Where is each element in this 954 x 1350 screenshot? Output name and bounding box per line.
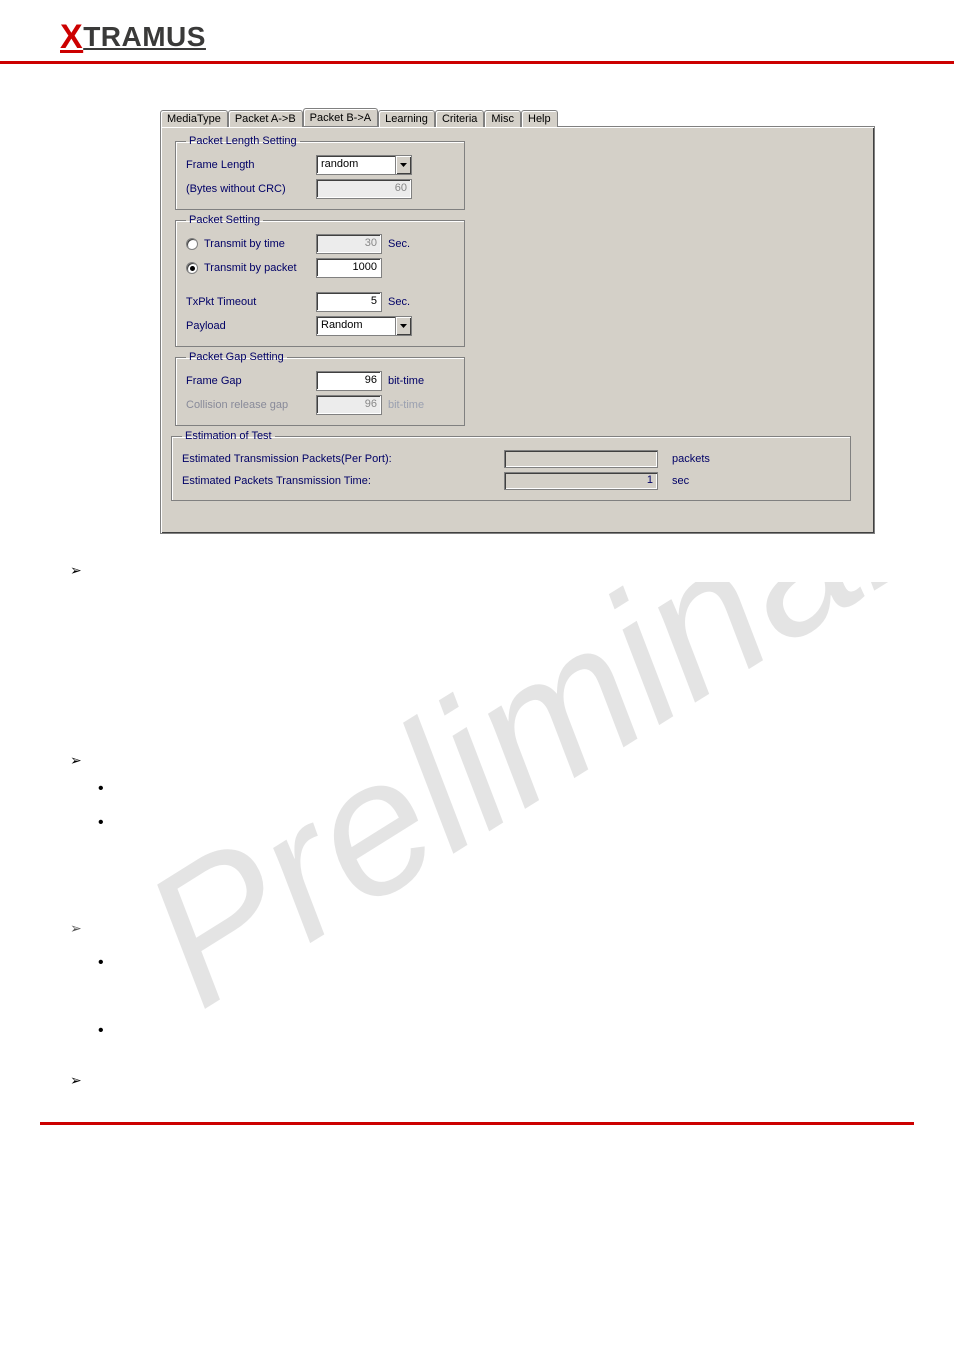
settings-panel: MediaType Packet A->B Packet B->A Learni… xyxy=(160,104,875,534)
transmit-packet-input[interactable]: 1000 xyxy=(316,258,382,278)
tab-label: MediaType xyxy=(167,113,221,125)
payload-select[interactable]: Random xyxy=(316,316,412,336)
legend-packet-length: Packet Length Setting xyxy=(186,135,300,147)
frame-length-select[interactable]: random xyxy=(316,155,412,175)
tab-label: Packet B->A xyxy=(310,112,371,124)
tab-misc[interactable]: Misc xyxy=(484,110,521,127)
tab-label: Misc xyxy=(491,113,514,125)
transmit-time-unit: Sec. xyxy=(388,238,438,250)
est-time-unit: sec xyxy=(672,475,732,487)
transmit-by-packet-option[interactable]: Transmit by packet xyxy=(186,262,316,274)
preliminary-watermark: Preliminary xyxy=(120,582,920,1102)
chevron-down-icon xyxy=(395,156,411,174)
brand-x: X xyxy=(60,18,83,56)
frame-gap-unit: bit-time xyxy=(388,375,438,387)
legend-packet-setting: Packet Setting xyxy=(186,214,263,226)
group-packet-gap: Packet Gap Setting Frame Gap 96 bit-time… xyxy=(175,351,465,426)
transmit-by-time-option[interactable]: Transmit by time xyxy=(186,238,316,250)
bullet-triangle-icon: ➢ xyxy=(70,562,82,579)
tab-criteria[interactable]: Criteria xyxy=(435,110,484,127)
transmit-by-packet-label: Transmit by packet xyxy=(204,262,297,274)
tab-label: Learning xyxy=(385,113,428,125)
page-header: XTRAMUS xyxy=(0,0,954,64)
legend-estimation: Estimation of Test xyxy=(182,430,275,442)
tab-label: Help xyxy=(528,113,551,125)
tab-packet-b-a[interactable]: Packet B->A xyxy=(303,108,378,126)
est-time-value: 1 xyxy=(504,472,658,490)
collision-release-gap-unit: bit-time xyxy=(388,399,438,411)
transmit-time-input: 30 xyxy=(316,234,382,254)
tab-mediatype[interactable]: MediaType xyxy=(160,110,228,127)
tab-help[interactable]: Help xyxy=(521,110,558,127)
frame-gap-input[interactable]: 96 xyxy=(316,371,382,391)
est-packets-unit: packets xyxy=(672,453,732,465)
footer-rule xyxy=(40,1122,914,1125)
brand-rest: TRAMUS xyxy=(83,21,206,52)
collision-release-gap-label: Collision release gap xyxy=(186,399,316,411)
bytes-without-crc-label: (Bytes without CRC) xyxy=(186,183,316,195)
tab-label: Criteria xyxy=(442,113,477,125)
tab-learning[interactable]: Learning xyxy=(378,110,435,127)
brand-logo: XTRAMUS xyxy=(60,21,206,52)
group-packet-length: Packet Length Setting Frame Length rando… xyxy=(175,135,465,210)
bullet-dot-icon: • xyxy=(98,814,104,832)
radio-icon xyxy=(186,238,198,250)
payload-label: Payload xyxy=(186,320,316,332)
bullet-dot-icon: • xyxy=(98,780,104,798)
frame-length-label: Frame Length xyxy=(186,159,316,171)
payload-value: Random xyxy=(317,317,395,335)
bytes-without-crc-input: 60 xyxy=(316,179,412,199)
frame-gap-label: Frame Gap xyxy=(186,375,316,387)
tab-packet-a-b[interactable]: Packet A->B xyxy=(228,110,303,127)
transmit-by-time-label: Transmit by time xyxy=(204,238,285,250)
tab-body: Packet Length Setting Frame Length rando… xyxy=(160,126,875,534)
est-time-label: Estimated Packets Transmission Time: xyxy=(182,475,504,487)
bullet-triangle-icon: ➢ xyxy=(70,920,82,937)
bullet-region: Preliminary ➢ ➢ • • ➢ • • ➢ xyxy=(70,562,954,1122)
txpkt-timeout-input[interactable]: 5 xyxy=(316,292,382,312)
collision-release-gap-input: 96 xyxy=(316,395,382,415)
txpkt-timeout-unit: Sec. xyxy=(388,296,438,308)
bullet-triangle-icon: ➢ xyxy=(70,752,82,769)
frame-length-value: random xyxy=(317,156,395,174)
bullet-triangle-icon: ➢ xyxy=(70,1072,82,1089)
group-estimation: Estimation of Test Estimated Transmissio… xyxy=(171,430,851,501)
bullet-dot-icon: • xyxy=(98,1022,104,1040)
bullet-dot-icon: • xyxy=(98,954,104,972)
group-packet-setting: Packet Setting Transmit by time 30 Sec. … xyxy=(175,214,465,347)
legend-packet-gap: Packet Gap Setting xyxy=(186,351,287,363)
svg-text:Preliminary: Preliminary xyxy=(120,582,920,1047)
txpkt-timeout-label: TxPkt Timeout xyxy=(186,296,316,308)
est-packets-value xyxy=(504,450,658,468)
tab-label: Packet A->B xyxy=(235,113,296,125)
chevron-down-icon xyxy=(395,317,411,335)
radio-icon xyxy=(186,262,198,274)
tab-bar: MediaType Packet A->B Packet B->A Learni… xyxy=(160,104,875,126)
est-packets-label: Estimated Transmission Packets(Per Port)… xyxy=(182,453,504,465)
